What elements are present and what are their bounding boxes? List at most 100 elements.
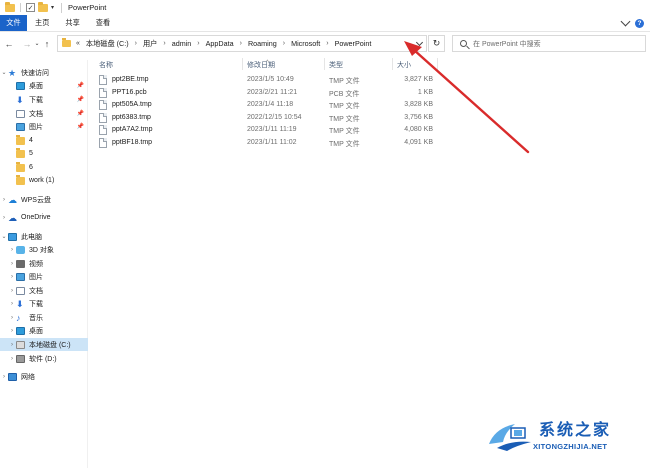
new-folder-icon[interactable] bbox=[38, 1, 48, 12]
sidebar-item-folder-4[interactable]: 4 bbox=[0, 134, 88, 147]
expand-chevron-icon[interactable]: › bbox=[8, 274, 16, 280]
collapse-chevron-icon[interactable]: ⌄ bbox=[0, 69, 8, 76]
breadcrumb-microsoft[interactable]: Microsoft bbox=[291, 39, 320, 48]
expand-chevron-icon[interactable]: › bbox=[0, 374, 8, 380]
sidebar-item-3d-objects[interactable]: › 3D 对象 bbox=[0, 243, 88, 256]
breadcrumb-separator[interactable]: › bbox=[163, 40, 165, 47]
back-arrow-icon[interactable]: ← bbox=[3, 37, 15, 51]
address-bar[interactable]: « 本地磁盘 (C:) › 用户 › admin › AppData › Roa… bbox=[57, 35, 427, 52]
table-row[interactable]: pptA7A2.tmp 2023/1/11 11:19 TMP 文件 4,080… bbox=[98, 124, 438, 136]
breadcrumb-separator[interactable]: › bbox=[283, 40, 285, 47]
file-date: 2023/2/21 11:21 bbox=[247, 88, 298, 96]
collapse-chevron-icon[interactable]: ⌄ bbox=[0, 233, 8, 240]
tab-home[interactable]: 主页 bbox=[27, 15, 57, 31]
sidebar-item-music[interactable]: › ♪ 音乐 bbox=[0, 311, 88, 324]
tab-share[interactable]: 共享 bbox=[57, 15, 87, 31]
expand-chevron-icon[interactable]: › bbox=[8, 356, 16, 362]
file-icon bbox=[99, 137, 107, 148]
expand-ribbon-icon[interactable] bbox=[620, 16, 631, 27]
breadcrumb-separator[interactable]: › bbox=[240, 40, 242, 47]
file-list-header: 名称 ^ 修改日期 类型 大小 bbox=[98, 58, 438, 70]
sidebar-item-pictures[interactable]: 图片 📌 bbox=[0, 120, 88, 133]
properties-checkbox-icon[interactable]: ✓ bbox=[26, 3, 35, 12]
breadcrumb-separator[interactable]: › bbox=[197, 40, 199, 47]
address-history-dropdown[interactable] bbox=[412, 36, 426, 51]
up-arrow-icon[interactable]: ↑ bbox=[41, 37, 53, 51]
sidebar-item-this-pc[interactable]: ⌄ 此电脑 bbox=[0, 230, 88, 243]
search-box[interactable]: 在 PowerPoint 中搜索 bbox=[452, 35, 646, 52]
column-header-size[interactable]: 大小 bbox=[397, 60, 411, 70]
expand-chevron-icon[interactable]: › bbox=[8, 315, 16, 321]
sidebar-item-network[interactable]: › 网络 bbox=[0, 370, 88, 383]
breadcrumb-users[interactable]: 用户 bbox=[143, 39, 157, 49]
customize-toolbar-dropdown-icon[interactable]: ▾ bbox=[51, 4, 54, 11]
file-date: 2023/1/5 10:49 bbox=[247, 76, 294, 83]
pin-icon: 📌 bbox=[76, 83, 84, 89]
table-row[interactable]: pptBF18.tmp 2023/1/11 11:02 TMP 文件 4,091… bbox=[98, 137, 438, 149]
navigation-bar: ← → ⌄ ↑ « 本地磁盘 (C:) › 用户 › admin › AppDa… bbox=[0, 33, 650, 54]
sidebar-item-quick-access[interactable]: ⌄ ★ 快速访问 bbox=[0, 66, 88, 79]
file-size: 3,827 KB bbox=[404, 76, 433, 83]
sidebar-item-work[interactable]: work (1) bbox=[0, 174, 88, 187]
toolbar-divider bbox=[20, 3, 21, 12]
breadcrumb-separator[interactable]: › bbox=[326, 40, 328, 47]
column-divider[interactable] bbox=[437, 58, 438, 70]
column-header-date[interactable]: 修改日期 bbox=[247, 60, 275, 70]
file-name: ppt2BE.tmp bbox=[112, 76, 149, 83]
help-icon[interactable]: ? bbox=[635, 18, 644, 28]
breadcrumb-admin[interactable]: admin bbox=[172, 39, 192, 48]
table-row[interactable]: ppt6383.tmp 2022/12/15 10:54 TMP 文件 3,75… bbox=[98, 112, 438, 124]
tab-view[interactable]: 查看 bbox=[88, 15, 118, 31]
ribbon-tabs: 文件 主页 共享 查看 ? bbox=[0, 15, 650, 32]
recent-locations-dropdown-icon[interactable]: ⌄ bbox=[33, 37, 41, 51]
watermark: 系统之家 XITONGZHIJIA.NET bbox=[485, 412, 640, 462]
sidebar-item-desktop[interactable]: 桌面 📌 bbox=[0, 79, 88, 92]
sidebar-item-pc-desktop[interactable]: › 桌面 bbox=[0, 324, 88, 337]
overflow-crumbs-icon[interactable]: « bbox=[76, 40, 80, 47]
sidebar-item-pc-pictures[interactable]: › 图片 bbox=[0, 270, 88, 283]
folder-icon bbox=[5, 1, 15, 12]
breadcrumb-separator[interactable]: › bbox=[135, 40, 137, 47]
forward-arrow-icon[interactable]: → bbox=[21, 37, 33, 51]
column-divider[interactable] bbox=[242, 58, 243, 70]
sidebar-item-onedrive[interactable]: › ☁ OneDrive bbox=[0, 211, 88, 224]
sidebar-item-wps-cloud[interactable]: › ☁ WPS云盘 bbox=[0, 193, 88, 206]
sidebar-item-pc-documents[interactable]: › 文档 bbox=[0, 284, 88, 297]
breadcrumb-roaming[interactable]: Roaming bbox=[248, 39, 277, 48]
file-size: 1 KB bbox=[417, 88, 433, 96]
sidebar-item-label: 桌面 bbox=[29, 327, 43, 335]
file-type: TMP 文件 bbox=[329, 78, 360, 85]
expand-chevron-icon[interactable]: › bbox=[8, 288, 16, 294]
sidebar-item-folder-5[interactable]: 5 bbox=[0, 147, 88, 160]
expand-chevron-icon[interactable]: › bbox=[8, 247, 16, 253]
table-row[interactable]: ppt2BE.tmp 2023/1/5 10:49 TMP 文件 3,827 K… bbox=[98, 74, 438, 86]
breadcrumb-appdata[interactable]: AppData bbox=[206, 39, 234, 48]
file-date: 2023/1/4 11:18 bbox=[247, 101, 294, 108]
table-row[interactable]: PPT16.pcb 2023/2/21 11:21 PCB 文件 1 KB bbox=[98, 87, 438, 99]
refresh-button[interactable]: ↻ bbox=[428, 35, 445, 52]
column-divider[interactable] bbox=[392, 58, 393, 70]
expand-chevron-icon[interactable]: › bbox=[0, 215, 8, 221]
sidebar-item-videos[interactable]: › 视频 bbox=[0, 257, 88, 270]
breadcrumb-powerpoint[interactable]: PowerPoint bbox=[335, 39, 372, 48]
sidebar-item-software-d[interactable]: › 软件 (D:) bbox=[0, 352, 88, 365]
column-header-name[interactable]: 名称 bbox=[99, 60, 113, 70]
expand-chevron-icon[interactable]: › bbox=[8, 261, 16, 267]
sidebar-item-downloads[interactable]: ⬇ 下载 📌 bbox=[0, 93, 88, 106]
sidebar-item-local-disk-c[interactable]: › 本地磁盘 (C:) bbox=[0, 338, 88, 351]
title-bar: ✓ ▾ PowerPoint bbox=[0, 0, 650, 15]
expand-chevron-icon[interactable]: › bbox=[8, 342, 16, 348]
column-divider[interactable] bbox=[324, 58, 325, 70]
breadcrumb-local-disk[interactable]: 本地磁盘 (C:) bbox=[86, 39, 129, 49]
column-header-type[interactable]: 类型 bbox=[329, 60, 343, 70]
expand-chevron-icon[interactable]: › bbox=[8, 328, 16, 334]
sidebar-item-pc-downloads[interactable]: › ⬇ 下载 bbox=[0, 297, 88, 310]
sidebar-item-folder-6[interactable]: 6 bbox=[0, 161, 88, 174]
star-icon: ★ bbox=[8, 67, 17, 78]
sidebar-item-label: 本地磁盘 (C:) bbox=[29, 341, 71, 349]
expand-chevron-icon[interactable]: › bbox=[8, 301, 16, 307]
sidebar-item-documents[interactable]: 文档 📌 bbox=[0, 107, 88, 120]
expand-chevron-icon[interactable]: › bbox=[0, 197, 8, 203]
table-row[interactable]: ppt505A.tmp 2023/1/4 11:18 TMP 文件 3,828 … bbox=[98, 99, 438, 111]
tab-file[interactable]: 文件 bbox=[0, 15, 27, 31]
